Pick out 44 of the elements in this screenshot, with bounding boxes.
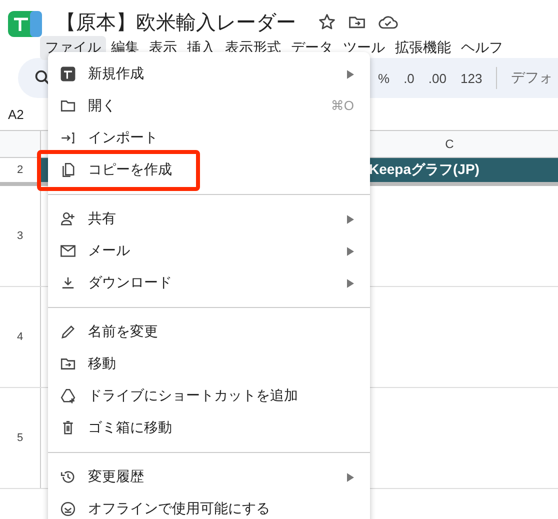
menu-item[interactable]: オフラインで使用可能にする (48, 493, 370, 519)
submenu-arrow-icon (347, 278, 354, 288)
menu-item[interactable]: ダウンロード (48, 267, 370, 299)
star-icon[interactable] (318, 13, 336, 31)
font-dropdown[interactable]: デフォ (511, 69, 554, 87)
menu-bar-item[interactable]: 拡張機能 (390, 36, 456, 60)
toolbar-button[interactable]: .0 (404, 70, 414, 86)
toolbar-button[interactable]: .00 (428, 70, 446, 86)
download-icon (60, 275, 76, 291)
person-add-icon (60, 211, 76, 227)
toolbar-button[interactable]: % (378, 70, 390, 86)
toolbar-button[interactable]: 123 (460, 70, 482, 86)
row-number[interactable]: 4 (0, 287, 41, 387)
menu-item[interactable]: メール (48, 235, 370, 267)
folder-icon (60, 98, 76, 114)
menu-item[interactable]: 移動 (48, 348, 370, 380)
name-box[interactable]: A2 (8, 106, 24, 122)
menu-item[interactable]: 名前を変更 (48, 316, 370, 348)
new-document-icon (60, 66, 76, 82)
menu-item[interactable]: 変更履歴 (48, 461, 370, 493)
menu-item[interactable]: インポート (48, 122, 370, 154)
history-icon (60, 469, 76, 485)
row-number[interactable]: 3 (0, 186, 41, 286)
mail-icon (60, 243, 76, 259)
menu-item[interactable]: 共有 (48, 203, 370, 235)
cloud-check-icon[interactable] (378, 14, 398, 30)
submenu-arrow-icon (347, 472, 354, 482)
menu-bar-item[interactable]: ヘルフ (456, 36, 508, 60)
menu-item[interactable]: 開く ⌘O (48, 90, 370, 122)
import-icon (60, 130, 76, 146)
submenu-arrow-icon (347, 70, 354, 78)
menu-item[interactable]: 新規作成 (48, 58, 370, 90)
submenu-arrow-icon (347, 246, 354, 256)
sheets-logo-icon[interactable] (8, 11, 42, 37)
menu-item[interactable]: ゴミ箱に移動 (48, 412, 370, 444)
document-title[interactable]: 【原本】欧米輸入レーダー (56, 8, 296, 36)
menu-item[interactable]: ドライブにショートカットを追加 (48, 380, 370, 412)
folder-move-icon (60, 356, 76, 372)
pencil-icon (60, 324, 76, 340)
submenu-arrow-icon (347, 214, 354, 224)
row-number[interactable]: 5 (0, 388, 41, 488)
trash-icon (60, 420, 76, 436)
offline-check-icon (60, 501, 76, 517)
copy-icon (60, 162, 76, 178)
